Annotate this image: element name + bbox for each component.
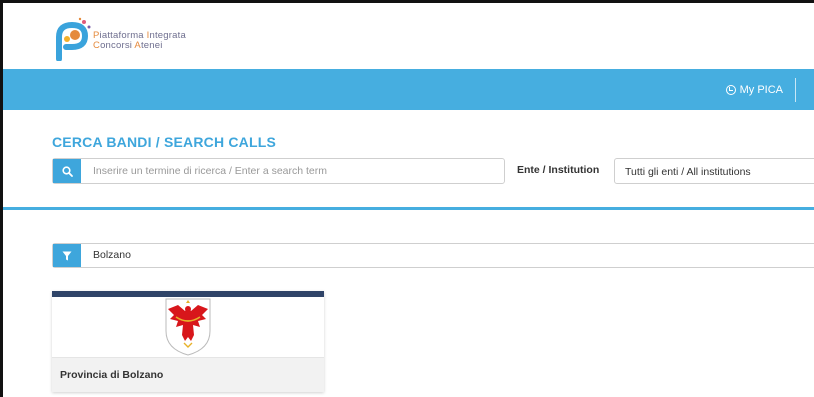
filter-bar: Bolzano	[52, 243, 814, 268]
pica-logo-icon	[56, 17, 91, 61]
my-pica-link[interactable]: My PICA	[725, 78, 796, 102]
logo-text-part: C	[93, 40, 101, 51]
search-section-title: CERCA BANDI / SEARCH CALLS	[52, 134, 277, 150]
pica-logo[interactable]: Piattaforma Integrata Concorsi Atenei	[51, 15, 221, 61]
filter-button[interactable]	[53, 244, 81, 267]
logo-text-part: tenei	[140, 40, 163, 51]
filter-icon	[62, 251, 72, 260]
logo-text-part: oncorsi	[100, 40, 135, 51]
filter-value[interactable]: Bolzano	[81, 244, 131, 267]
card-title[interactable]: Provincia di Bolzano	[52, 358, 324, 392]
search-input[interactable]	[81, 159, 504, 183]
page-frame: Piattaforma Integrata Concorsi Atenei My…	[0, 0, 814, 397]
bolzano-coat-of-arms-icon	[165, 298, 211, 356]
institution-label: Ente / Institution	[517, 164, 600, 176]
logo-text: Piattaforma Integrata Concorsi Atenei	[93, 31, 186, 51]
institution-select[interactable]: Tutti gli enti / All institutions	[614, 158, 814, 184]
institution-card[interactable]: Provincia di Bolzano	[52, 291, 324, 392]
my-pica-label: My PICA	[739, 84, 783, 96]
search-bar	[52, 158, 505, 184]
section-divider	[3, 207, 814, 210]
user-circle-icon	[725, 85, 736, 95]
top-navbar: My PICA	[3, 69, 814, 110]
search-button[interactable]	[53, 159, 81, 183]
search-icon	[61, 165, 73, 177]
header: Piattaforma Integrata Concorsi Atenei	[3, 3, 814, 69]
card-image	[52, 297, 324, 358]
